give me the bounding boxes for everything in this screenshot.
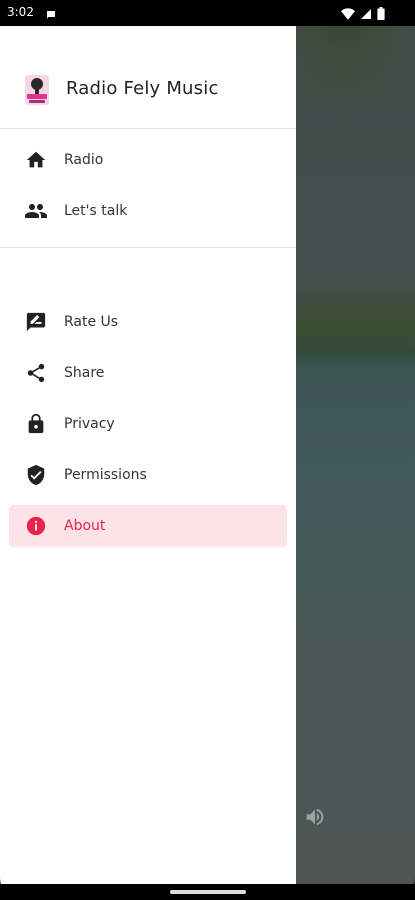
drawer-item-label: Privacy <box>64 416 115 432</box>
drawer-header: Radio Fely Music <box>0 26 296 129</box>
drawer-item-label: Share <box>64 365 105 381</box>
battery-icon <box>377 5 385 24</box>
drawer-item-label: Let's talk <box>64 203 128 219</box>
phone-screen: 3:02 Radio Fely Music Radio Let's talk R… <box>0 0 415 900</box>
shield-check-icon <box>24 463 48 487</box>
status-time: 3:02 <box>7 5 34 19</box>
volume-icon[interactable] <box>304 806 326 832</box>
drawer-item-label: Permissions <box>64 467 147 483</box>
chat-bubble-icon <box>45 6 57 25</box>
rate-icon <box>24 310 48 334</box>
app-logo <box>24 73 50 107</box>
drawer-item-share[interactable]: Share <box>9 352 287 394</box>
drawer-item-privacy[interactable]: Privacy <box>9 403 287 445</box>
drawer-item-rate-us[interactable]: Rate Us <box>9 301 287 343</box>
home-gesture-handle[interactable] <box>170 890 246 894</box>
drawer-item-radio[interactable]: Radio <box>9 139 287 181</box>
drawer-item-about[interactable]: About <box>9 505 287 547</box>
status-icons <box>341 5 385 24</box>
drawer-item-lets-talk[interactable]: Let's talk <box>9 190 287 232</box>
drawer-item-label: Radio <box>64 152 104 168</box>
drawer-divider <box>0 247 296 248</box>
drawer-item-label: About <box>64 518 106 534</box>
signal-icon <box>360 5 372 24</box>
wifi-icon <box>341 5 355 24</box>
people-icon <box>24 199 48 223</box>
home-icon <box>24 148 48 172</box>
info-icon <box>24 514 48 538</box>
app-title: Radio Fely Music <box>66 78 219 99</box>
drawer-item-permissions[interactable]: Permissions <box>9 454 287 496</box>
status-bar: 3:02 <box>0 0 415 26</box>
navigation-drawer: Radio Fely Music Radio Let's talk Rate U… <box>0 26 296 884</box>
system-nav-bar <box>0 884 415 900</box>
lock-icon <box>24 412 48 436</box>
drawer-item-label: Rate Us <box>64 314 119 330</box>
share-icon <box>24 361 48 385</box>
